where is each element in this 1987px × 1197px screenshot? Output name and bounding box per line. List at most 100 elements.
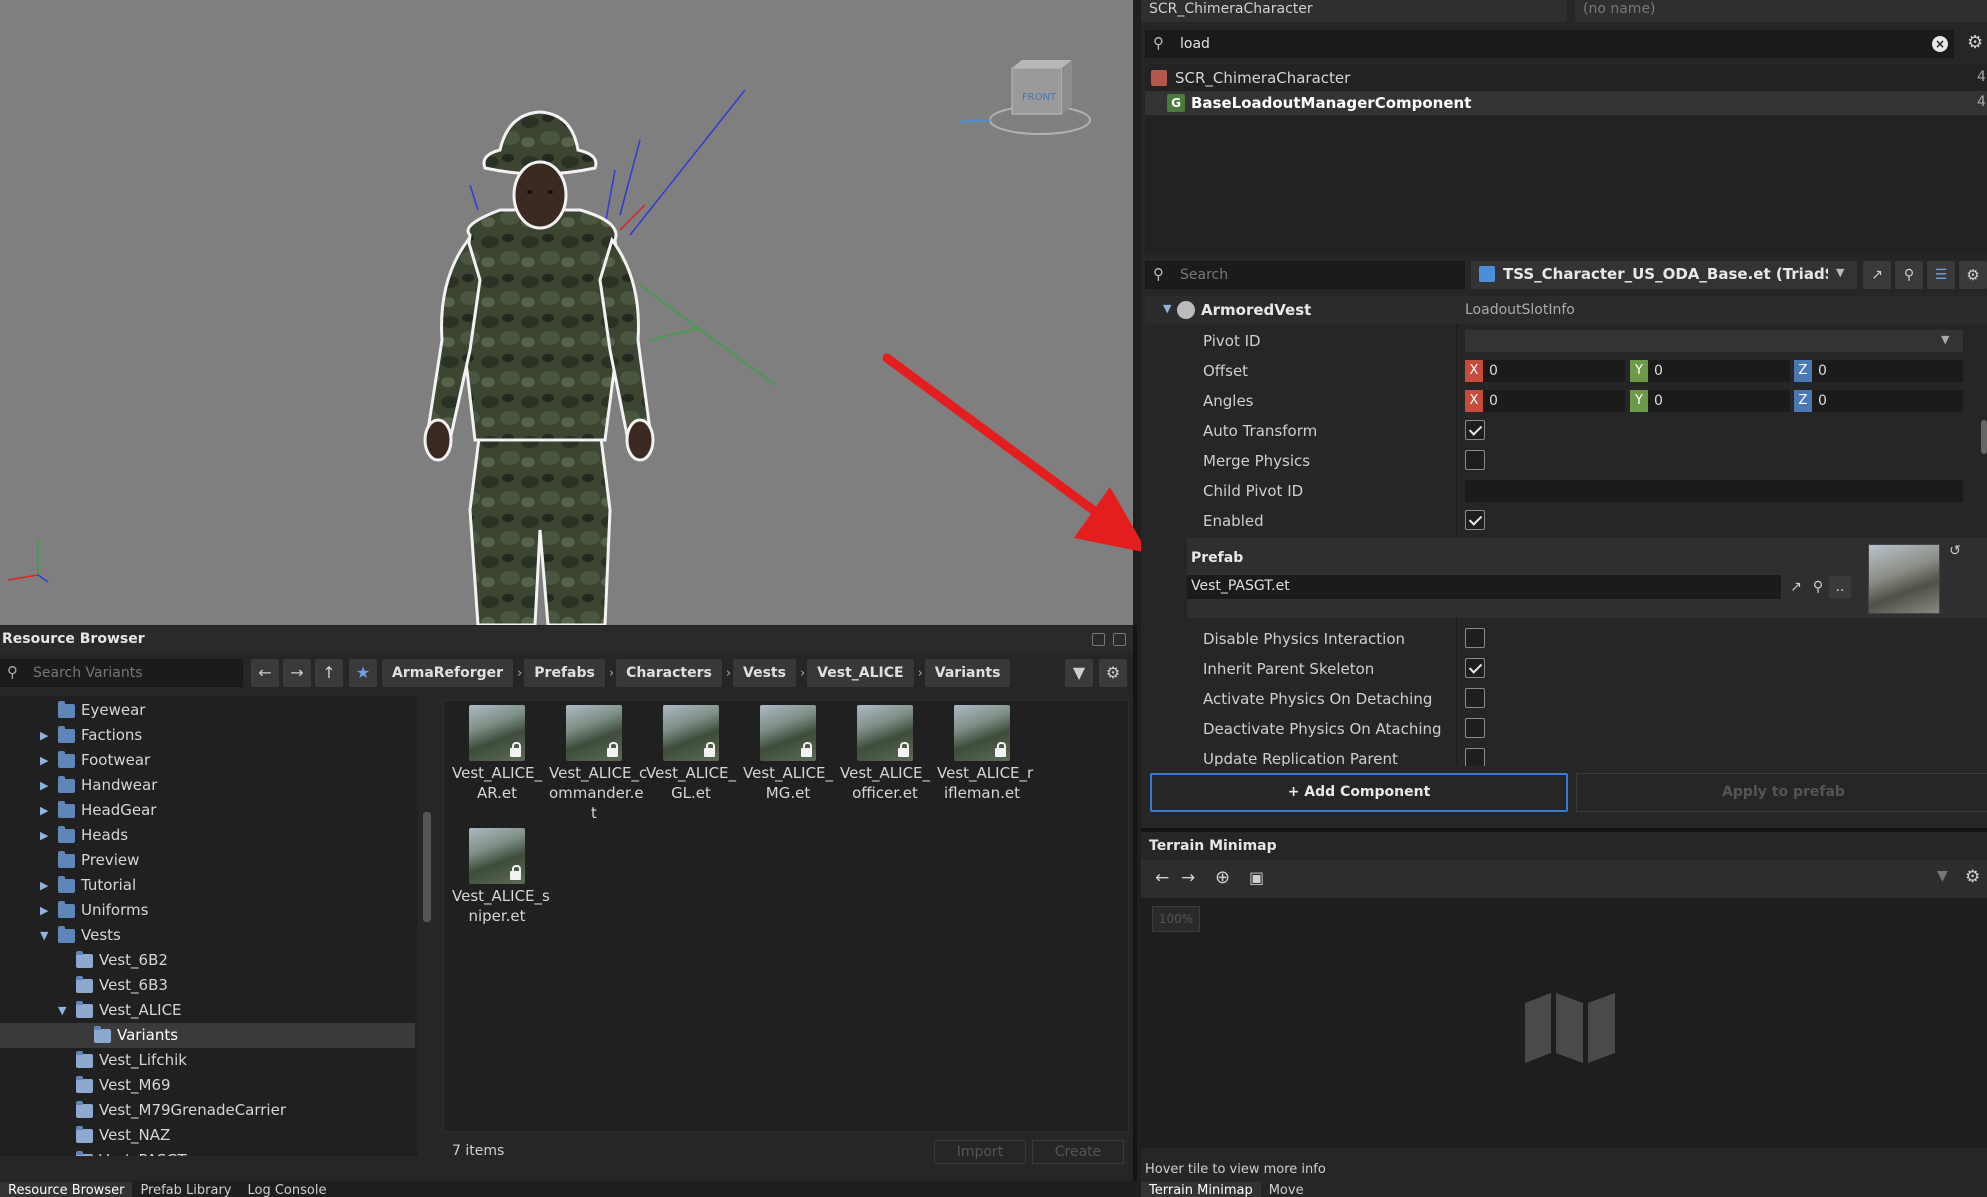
asset-tile[interactable]: Vest_ALICE_c ommander.e t: [549, 705, 647, 823]
breadcrumb-item[interactable]: Prefabs: [524, 659, 605, 687]
inherit-skeleton-checkbox[interactable]: [1465, 658, 1485, 678]
chevron-right-icon[interactable]: ▶: [40, 898, 52, 923]
minimap-canvas[interactable]: 100%: [1141, 898, 1987, 1148]
breadcrumb-item[interactable]: Variants: [924, 659, 1011, 687]
asset-tile[interactable]: Vest_ALICE_ AR.et: [452, 705, 542, 803]
asset-tile[interactable]: Vest_ALICE_ officer.et: [840, 705, 930, 803]
tree-item[interactable]: ▶ Tutorial: [0, 873, 415, 898]
tree-item[interactable]: ▼ Vest_ALICE: [0, 998, 415, 1023]
tab-prefab-library[interactable]: Prefab Library: [132, 1182, 239, 1197]
pivot-id-select[interactable]: ▼: [1465, 330, 1963, 352]
tree-item[interactable]: Vest_PASGT: [0, 1148, 415, 1156]
chevron-right-icon[interactable]: ▶: [40, 748, 52, 773]
entity-name-field[interactable]: (no name): [1575, 0, 1987, 22]
prefab-file-field[interactable]: TSS_Character_US_ODA_Base.et (TriadShoo …: [1471, 261, 1857, 289]
tree-item[interactable]: ▶ Handwear: [0, 773, 415, 798]
asset-tile[interactable]: Vest_ALICE_s niper.et: [452, 828, 550, 926]
tree-scrollbar[interactable]: [423, 812, 431, 922]
reset-undo-icon[interactable]: ↺: [1944, 540, 1966, 562]
crosshair-icon[interactable]: ⊕: [1215, 867, 1230, 888]
variants-search-input[interactable]: ⚲ Search Variants: [0, 659, 243, 687]
chevron-right-icon[interactable]: ▶: [40, 723, 52, 748]
tree-item[interactable]: ▶ HeadGear: [0, 798, 415, 823]
clear-search-icon[interactable]: ×: [1932, 36, 1948, 52]
tree-item[interactable]: Vest_M69: [0, 1073, 415, 1098]
merge-physics-checkbox[interactable]: [1465, 450, 1485, 470]
disable-physics-checkbox[interactable]: [1465, 628, 1485, 648]
tree-item[interactable]: Vest_6B2: [0, 948, 415, 973]
chevron-right-icon[interactable]: ▶: [40, 773, 52, 798]
chevron-right-icon[interactable]: ▶: [40, 823, 52, 848]
tab-log-console[interactable]: Log Console: [240, 1182, 335, 1197]
filter-icon[interactable]: ▼: [1937, 868, 1948, 884]
crop-icon[interactable]: ▣: [1249, 868, 1264, 887]
auto-transform-checkbox[interactable]: [1465, 420, 1485, 440]
forward-arrow-icon[interactable]: →: [1181, 868, 1195, 888]
apply-to-prefab-button[interactable]: Apply to prefab: [1576, 773, 1987, 812]
update-replication-checkbox[interactable]: [1465, 748, 1485, 766]
asset-tile[interactable]: Vest_ALICE_r ifleman.et: [937, 705, 1033, 803]
tree-item[interactable]: ▶ Uniforms: [0, 898, 415, 923]
offset-z-field[interactable]: Z0: [1794, 360, 1963, 382]
angles-x-field[interactable]: X0: [1465, 390, 1625, 412]
property-search-input[interactable]: ⚲ Search: [1145, 261, 1465, 289]
tree-item[interactable]: Preview: [0, 848, 415, 873]
chevron-down-icon[interactable]: ▼: [1836, 266, 1844, 279]
child-pivot-id-input[interactable]: [1465, 480, 1963, 502]
gear-icon[interactable]: ⚙: [1965, 867, 1980, 887]
chevron-down-icon[interactable]: ▼: [1163, 302, 1171, 315]
character-model[interactable]: [400, 110, 690, 625]
favorite-star-icon[interactable]: ★: [349, 659, 377, 687]
tree-item[interactable]: Vest_Lifchik: [0, 1048, 415, 1073]
browse-ellipsis-button[interactable]: ..: [1829, 576, 1851, 598]
breadcrumb-item[interactable]: Vest_ALICE: [807, 659, 914, 687]
tree-item[interactable]: Vest_M79GrenadeCarrier: [0, 1098, 415, 1123]
properties-scrollbar[interactable]: [1981, 420, 1987, 454]
3d-viewport[interactable]: FRONT: [0, 0, 1133, 625]
search-icon[interactable]: ⚲: [1807, 576, 1829, 598]
create-button[interactable]: Create: [1032, 1140, 1124, 1164]
offset-y-field[interactable]: Y0: [1630, 360, 1790, 382]
offset-x-field[interactable]: X0: [1465, 360, 1625, 382]
deactivate-physics-checkbox[interactable]: [1465, 718, 1485, 738]
angles-z-field[interactable]: Z0: [1794, 390, 1963, 412]
enabled-checkbox[interactable]: [1465, 510, 1485, 530]
tab-terrain-minimap[interactable]: Terrain Minimap: [1141, 1182, 1261, 1197]
tree-item[interactable]: Variants: [0, 1023, 415, 1048]
tab-move[interactable]: Move: [1261, 1182, 1312, 1197]
chevron-down-icon[interactable]: ▼: [40, 923, 52, 948]
open-prefab-icon[interactable]: ↗: [1785, 576, 1807, 598]
forward-arrow-icon[interactable]: →: [283, 659, 311, 687]
component-search-input[interactable]: ⚲ load ×: [1145, 30, 1954, 58]
chevron-right-icon[interactable]: ▶: [40, 798, 52, 823]
add-component-button[interactable]: + Add Component: [1150, 773, 1568, 812]
gear-icon[interactable]: ⚙: [1959, 261, 1987, 289]
chevron-down-icon[interactable]: ▼: [58, 998, 70, 1023]
panel-close-icon[interactable]: [1113, 633, 1126, 646]
breadcrumb-item[interactable]: ArmaReforger: [382, 659, 514, 687]
prefab-value-field[interactable]: Vest_PASGT.et: [1187, 575, 1781, 599]
angles-y-field[interactable]: Y0: [1630, 390, 1790, 412]
section-armored-vest[interactable]: ▼ ArmoredVest LoadoutSlotInfo: [1145, 296, 1987, 324]
hierarchy-row-loadout-manager[interactable]: G BaseLoadoutManagerComponent 4: [1145, 91, 1987, 115]
open-external-icon[interactable]: ↗: [1863, 261, 1891, 289]
panel-undock-icon[interactable]: [1092, 633, 1105, 646]
tree-item[interactable]: Vest_6B3: [0, 973, 415, 998]
import-button[interactable]: Import: [934, 1140, 1026, 1164]
search-icon[interactable]: ⚲: [1895, 261, 1923, 289]
filter-icon[interactable]: ▼: [1065, 659, 1093, 687]
hierarchy-tree-icon[interactable]: ☰: [1927, 261, 1955, 289]
tree-item[interactable]: ▶ Heads: [0, 823, 415, 848]
gear-icon[interactable]: ⚙: [1099, 659, 1127, 687]
back-arrow-icon[interactable]: ←: [251, 659, 279, 687]
asset-tile[interactable]: Vest_ALICE_ GL.et: [646, 705, 736, 803]
back-arrow-icon[interactable]: ←: [1155, 868, 1169, 888]
tree-item[interactable]: Vest_NAZ: [0, 1123, 415, 1148]
tree-item[interactable]: ▼ Vests: [0, 923, 415, 948]
tree-item[interactable]: Eyewear: [0, 698, 415, 723]
tab-resource-browser[interactable]: Resource Browser: [0, 1182, 133, 1197]
gear-icon[interactable]: ⚙: [1967, 32, 1983, 53]
breadcrumb-item[interactable]: Characters: [616, 659, 722, 687]
chevron-right-icon[interactable]: ▶: [40, 873, 52, 898]
breadcrumb-item[interactable]: Vests: [733, 659, 796, 687]
